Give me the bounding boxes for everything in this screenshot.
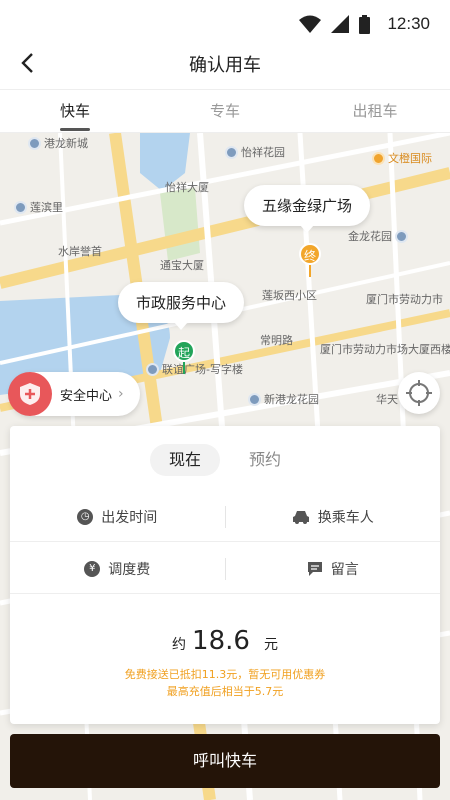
destination-bubble[interactable]: 五缘金绿广场 xyxy=(244,185,371,226)
time-mode-toggle: 现在 预约 xyxy=(10,444,440,476)
mode-now[interactable]: 现在 xyxy=(150,444,220,476)
message-icon xyxy=(307,561,322,576)
page-title: 确认用车 xyxy=(189,55,261,76)
price-estimate: 约 18.6 元 xyxy=(10,626,440,656)
map-poi: 厦门市劳动力市场大厦西楼 xyxy=(320,343,450,356)
safety-center-label: 安全中心 xyxy=(60,388,113,404)
dispatch-fee-option[interactable]: ¥ 调度费 xyxy=(10,559,225,579)
shield-icon xyxy=(8,372,52,416)
map-poi: 港龙新城 xyxy=(28,135,88,151)
yen-icon: ¥ xyxy=(84,560,101,577)
map-poi: 莲坂西小区 xyxy=(262,289,317,302)
mode-reserve[interactable]: 预约 xyxy=(230,444,300,476)
status-icons xyxy=(299,14,370,34)
car-type-tabs: 快车 专车 出租车 xyxy=(0,89,450,133)
battery-icon xyxy=(359,14,370,34)
price-amount: 18.6 xyxy=(192,626,250,656)
change-passenger-option[interactable]: 换乘车人 xyxy=(226,507,441,527)
recharge-note: 最高充值后相当于5.7元 xyxy=(166,685,284,698)
map-poi: 联谊广场-写字楼 xyxy=(146,361,243,377)
discount-note: 免费接送已抵扣11.3元，暂无可用优惠券 xyxy=(124,668,326,681)
options-row-2: ¥ 调度费 留言 xyxy=(10,544,440,594)
chevron-right-icon: › xyxy=(118,386,124,402)
departure-time-option[interactable]: ◷ 出发时间 xyxy=(10,507,225,527)
nav-bar: 确认用车 xyxy=(0,40,450,88)
map-poi: 通宝大厦 xyxy=(160,259,204,272)
origin-bubble[interactable]: 市政服务中心 xyxy=(118,282,245,323)
map-poi: 莲滨里 xyxy=(14,199,63,215)
wifi-icon xyxy=(299,15,321,33)
safety-center-button[interactable]: 安全中心 › xyxy=(8,372,140,416)
signal-icon xyxy=(331,15,349,33)
map-poi: 新港龙花园 xyxy=(248,391,319,407)
clock-icon: ◷ xyxy=(77,508,94,525)
map-poi: 华天 xyxy=(376,393,398,406)
map-poi: 怡祥花园 xyxy=(225,144,285,160)
price-prefix: 约 xyxy=(172,637,187,653)
change-passenger-label: 换乘车人 xyxy=(317,509,374,526)
dispatch-fee-label: 调度费 xyxy=(108,561,151,578)
order-panel: 现在 预约 ◷ 出发时间 换乘车人 ¥ 调度费 留言 约 18.6 元 免费接送已抵… xyxy=(10,426,440,724)
destination-marker: 终 xyxy=(299,243,321,265)
options-row-1: ◷ 出发时间 换乘车人 xyxy=(10,492,440,542)
tab-express[interactable]: 快车 xyxy=(0,90,150,132)
destination-marker-stem xyxy=(309,265,311,277)
crosshair-icon xyxy=(406,380,432,406)
departure-time-label: 出发时间 xyxy=(101,509,158,526)
map-poi: 文橙国际 xyxy=(372,150,432,166)
origin-marker-stem xyxy=(183,362,185,374)
call-express-button[interactable]: 呼叫快车 xyxy=(10,734,440,788)
map-poi: 厦门市劳动力市 xyxy=(366,293,443,306)
price-unit: 元 xyxy=(263,637,278,653)
map-poi: 怡祥大厦 xyxy=(165,181,209,194)
tab-premier[interactable]: 专车 xyxy=(150,90,300,132)
status-time: 12:30 xyxy=(387,14,430,33)
map-poi: 金龙花园 xyxy=(348,228,408,244)
map-poi: 水岸誉首 xyxy=(58,245,102,258)
locate-button[interactable] xyxy=(398,372,440,414)
tab-taxi[interactable]: 出租车 xyxy=(300,90,450,132)
map-road-label: 常明路 xyxy=(260,334,293,347)
message-option[interactable]: 留言 xyxy=(226,559,441,579)
message-label: 留言 xyxy=(330,561,359,578)
origin-marker: 起 xyxy=(173,340,195,362)
car-icon xyxy=(292,510,309,524)
